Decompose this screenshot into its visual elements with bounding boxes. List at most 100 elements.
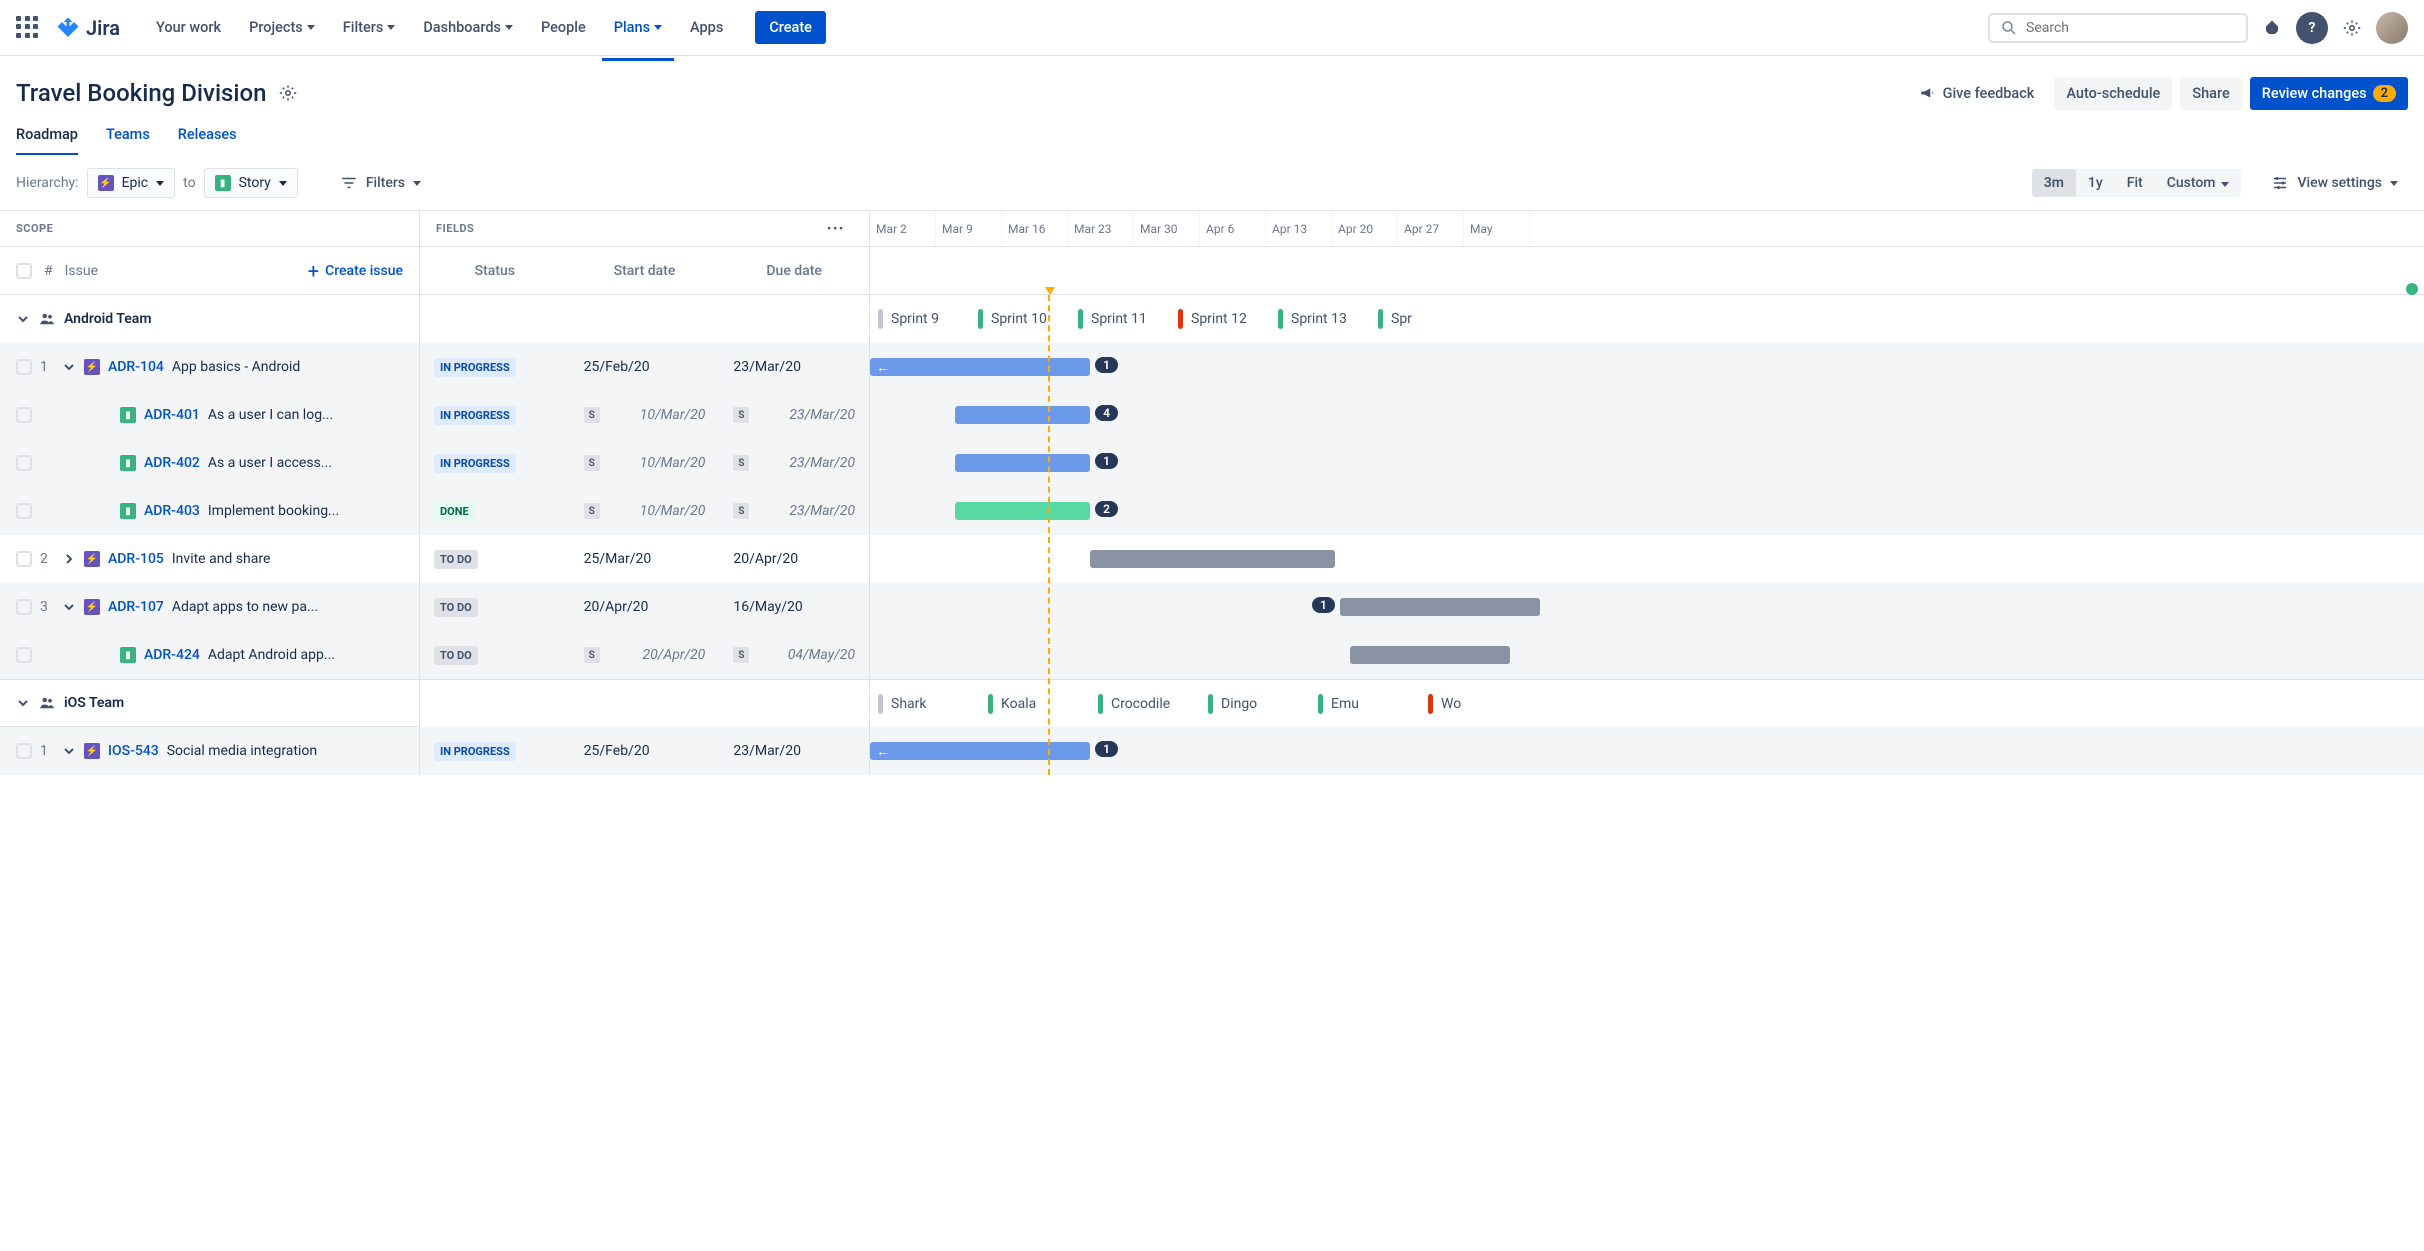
plan-settings-icon[interactable] [279, 84, 297, 102]
settings-icon[interactable] [2336, 12, 2368, 44]
expand-icon[interactable] [62, 553, 76, 565]
field-row: TO DO25/Mar/2020/Apr/20 [420, 535, 869, 583]
issue-key[interactable]: ADR-105 [108, 551, 164, 567]
filters-button[interactable]: Filters [330, 168, 431, 198]
tab-roadmap[interactable]: Roadmap [16, 118, 78, 155]
gantt-bar[interactable] [1090, 550, 1335, 568]
sprint-chip[interactable]: Sprint 11 [1070, 309, 1170, 329]
sprint-chip[interactable]: Crocodile [1090, 694, 1200, 714]
search-input[interactable] [1988, 13, 2248, 43]
row-checkbox[interactable] [16, 359, 32, 375]
team-header[interactable]: iOS Team [0, 679, 419, 727]
sprint-chip[interactable]: Sprint 10 [970, 309, 1070, 329]
sprint-chip[interactable]: Sprint 13 [1270, 309, 1370, 329]
nav-dashboards[interactable]: Dashboards [411, 11, 525, 44]
zoom-fit[interactable]: Fit [2115, 169, 2155, 197]
sprint-chip[interactable]: Koala [980, 694, 1090, 714]
collapse-icon[interactable] [16, 313, 30, 325]
row-checkbox[interactable] [16, 407, 32, 423]
status-pill[interactable]: TO DO [434, 550, 478, 569]
row-checkbox[interactable] [16, 503, 32, 519]
auto-schedule-button[interactable]: Auto-schedule [2054, 77, 2172, 110]
status-pill[interactable]: IN PROGRESS [434, 406, 516, 425]
give-feedback-button[interactable]: Give feedback [1907, 76, 2047, 110]
gantt-bar[interactable]: ←1 [870, 742, 1090, 760]
status-pill[interactable]: IN PROGRESS [434, 454, 516, 473]
nav-apps[interactable]: Apps [678, 11, 735, 44]
sprint-chip[interactable]: Dingo [1200, 694, 1310, 714]
collapse-icon[interactable] [62, 745, 76, 757]
issue-key[interactable]: ADR-424 [144, 647, 200, 663]
sprint-lane: SharkKoalaCrocodileDingoEmuWo [870, 679, 2424, 727]
sprint-color-icon [1378, 309, 1383, 329]
collapse-icon[interactable] [16, 697, 30, 709]
help-icon[interactable]: ? [2296, 12, 2328, 44]
app-switcher-icon[interactable] [16, 16, 40, 40]
story-icon: ▮ [120, 407, 136, 423]
gantt-bar[interactable]: ←1 [870, 358, 1090, 376]
sprint-chip[interactable]: Sprint 9 [870, 309, 970, 329]
gantt-bar[interactable]: 4 [955, 406, 1090, 424]
row-checkbox[interactable] [16, 647, 32, 663]
row-checkbox[interactable] [16, 551, 32, 567]
user-avatar[interactable] [2376, 12, 2408, 44]
issue-key[interactable]: ADR-104 [108, 359, 164, 375]
review-changes-button[interactable]: Review changes 2 [2250, 77, 2408, 110]
issue-key[interactable]: ADR-107 [108, 599, 164, 615]
status-pill[interactable]: IN PROGRESS [434, 358, 516, 377]
status-pill[interactable]: IN PROGRESS [434, 742, 516, 761]
collapse-icon[interactable] [62, 601, 76, 613]
nav-your-work[interactable]: Your work [144, 11, 233, 44]
zoom-3m[interactable]: 3m [2032, 169, 2076, 197]
create-button[interactable]: Create [755, 11, 826, 44]
search-field[interactable] [2026, 20, 2236, 36]
zoom-custom[interactable]: Custom [2155, 169, 2242, 197]
issue-key[interactable]: ADR-402 [144, 455, 200, 471]
tab-teams[interactable]: Teams [106, 118, 150, 155]
row-checkbox[interactable] [16, 455, 32, 471]
timeline-row: 4 [870, 391, 2424, 439]
sprint-color-icon [1078, 309, 1083, 329]
sprint-chip[interactable]: Emu [1310, 694, 1420, 714]
derived-badge: S [733, 647, 749, 663]
view-settings-button[interactable]: View settings [2261, 168, 2408, 198]
gantt-bar[interactable]: 2 [955, 502, 1090, 520]
status-pill[interactable]: TO DO [434, 598, 478, 617]
hierarchy-to-select[interactable]: ▮ Story [204, 168, 298, 198]
nav-plans[interactable]: Plans [602, 11, 674, 44]
gantt-bar[interactable]: 1 [955, 454, 1090, 472]
team-header[interactable]: Android Team [0, 295, 419, 343]
release-marker-icon[interactable] [2406, 283, 2418, 295]
hierarchy-from-select[interactable]: ⚡ Epic [87, 168, 176, 198]
sprint-chip[interactable]: Spr [1370, 309, 1470, 329]
nav-filters[interactable]: Filters [331, 11, 408, 44]
issue-key[interactable]: ADR-401 [144, 407, 200, 423]
sprint-chip[interactable]: Shark [870, 694, 980, 714]
issue-key[interactable]: ADR-403 [144, 503, 200, 519]
zoom-1y[interactable]: 1y [2076, 169, 2115, 197]
fields-more-icon[interactable]: ••• [827, 222, 853, 235]
row-checkbox[interactable] [16, 743, 32, 759]
issue-key[interactable]: IOS-543 [108, 743, 159, 759]
row-checkbox[interactable] [16, 599, 32, 615]
sprint-chip[interactable]: Wo [1420, 694, 1530, 714]
timeline-row: 1 [870, 439, 2424, 487]
nav-projects[interactable]: Projects [237, 11, 327, 44]
team-name: iOS Team [64, 695, 124, 711]
timeline-date: Apr 13 [1266, 211, 1332, 246]
status-pill[interactable]: DONE [434, 502, 475, 521]
create-issue-button[interactable]: + Create issue [308, 259, 403, 283]
start-date: 25/Feb/20 [584, 359, 650, 375]
timeline-row: ←1 [870, 727, 2424, 775]
nav-people[interactable]: People [529, 11, 598, 44]
select-all-checkbox[interactable] [16, 263, 32, 279]
collapse-icon[interactable] [62, 361, 76, 373]
tab-releases[interactable]: Releases [178, 118, 237, 155]
status-pill[interactable]: TO DO [434, 646, 478, 665]
sprint-chip[interactable]: Sprint 12 [1170, 309, 1270, 329]
gantt-bar[interactable] [1350, 646, 1510, 664]
gantt-bar[interactable]: 1 [1340, 598, 1540, 616]
notifications-icon[interactable] [2256, 12, 2288, 44]
jira-logo[interactable]: Jira [56, 16, 120, 40]
share-button[interactable]: Share [2180, 77, 2241, 110]
